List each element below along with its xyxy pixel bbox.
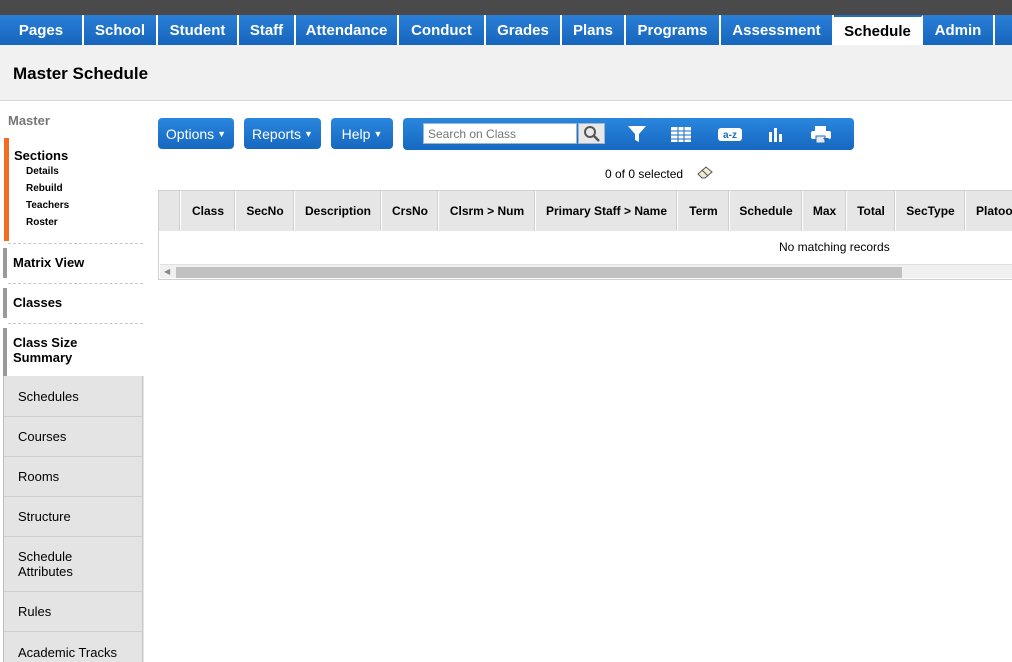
sections-table: Class SecNo Description CrsNo Clsrm > Nu… — [158, 190, 1012, 280]
reports-label: Reports — [252, 125, 302, 142]
tab-schedule[interactable]: Schedule — [834, 15, 923, 45]
tab-staff[interactable]: Staff — [239, 15, 296, 45]
options-label: Options — [165, 125, 215, 142]
column-header-crsno[interactable]: CrsNo — [382, 191, 439, 231]
sidebar-subitem-roster[interactable]: Roster — [26, 217, 58, 228]
tab-pages[interactable]: Pages — [0, 15, 84, 45]
sidebar-section-label: Master — [8, 113, 50, 128]
tab-programs[interactable]: Programs — [626, 15, 721, 45]
filter-icon[interactable] — [625, 124, 649, 144]
search-input[interactable] — [423, 123, 577, 144]
search-toolbar: a-z — [403, 118, 854, 150]
horizontal-scrollbar[interactable]: ◀ — [160, 264, 1012, 278]
chart-icon[interactable] — [764, 124, 788, 144]
sidebar-nav-rooms[interactable]: Rooms — [4, 457, 143, 497]
sidebar-nav-structure[interactable]: Structure — [4, 497, 143, 537]
table-header: Class SecNo Description CrsNo Clsrm > Nu… — [159, 191, 1012, 231]
search-button[interactable] — [578, 123, 605, 144]
selection-count: 0 of 0 selected — [605, 167, 684, 181]
tab-grades[interactable]: Grades — [486, 15, 562, 45]
eraser-icon[interactable] — [697, 166, 714, 179]
divider — [8, 243, 143, 244]
sidebar-item-class-size-summary[interactable]: Class Size Summary — [3, 328, 103, 376]
column-header-total[interactable]: Total — [847, 191, 896, 231]
sidebar-nav-schedule-attributes[interactable]: Schedule Attributes — [4, 537, 143, 592]
sidebar-nav-rules[interactable]: Rules — [4, 592, 143, 632]
tab-student[interactable]: Student — [158, 15, 239, 45]
search-icon — [584, 126, 600, 142]
help-label: Help — [341, 125, 371, 142]
empty-table-message: No matching records — [779, 240, 890, 254]
sort-az-icon[interactable]: a-z — [717, 124, 743, 144]
sidebar-item-matrix-view[interactable]: Matrix View — [3, 248, 143, 278]
caret-down-icon: ▼ — [304, 128, 313, 139]
column-header-schedule[interactable]: Schedule — [730, 191, 803, 231]
scrollbar-thumb[interactable] — [176, 267, 902, 278]
print-icon[interactable] — [809, 124, 833, 144]
page-title: Master Schedule — [13, 64, 149, 83]
column-header-primary-staff-name[interactable]: Primary Staff > Name — [536, 191, 678, 231]
sidebar-item-classes[interactable]: Classes — [3, 288, 143, 318]
grid-icon[interactable] — [669, 124, 693, 144]
tab-assessment[interactable]: Assessment — [721, 15, 834, 45]
select-all-column[interactable] — [159, 191, 181, 231]
svg-text:a-z: a-z — [723, 130, 737, 141]
sidebar-item-sections[interactable]: Sections Details Rebuild Teachers Roster — [4, 138, 143, 241]
column-header-clsrm-num[interactable]: Clsrm > Num — [439, 191, 536, 231]
caret-down-icon: ▼ — [217, 128, 227, 139]
tab-conduct[interactable]: Conduct — [399, 15, 486, 45]
sidebar-nav-academic-tracks[interactable]: Academic Tracks — [4, 632, 143, 662]
sidebar-subitem-rebuild[interactable]: Rebuild — [26, 183, 63, 194]
top-strip — [0, 0, 1012, 15]
tab-admin[interactable]: Admin — [923, 15, 995, 45]
options-button[interactable]: Options ▼ — [158, 118, 234, 149]
column-header-description[interactable]: Description — [295, 191, 382, 231]
main-tab-bar: Pages School Student Staff Attendance Co… — [0, 15, 1012, 45]
column-header-max[interactable]: Max — [803, 191, 847, 231]
column-header-platoon[interactable]: Platoon — [966, 191, 1012, 231]
sidebar-nav-schedules[interactable]: Schedules — [4, 376, 143, 417]
sidebar-item-label[interactable]: Sections — [14, 148, 68, 163]
column-header-sectype[interactable]: SecType — [896, 191, 966, 231]
divider — [8, 323, 143, 324]
column-header-term[interactable]: Term — [678, 191, 730, 231]
tab-bar-filler — [995, 15, 1012, 45]
sidebar-subitem-teachers[interactable]: Teachers — [26, 200, 69, 211]
divider — [8, 283, 143, 284]
tab-school[interactable]: School — [84, 15, 158, 45]
sidebar-nav-courses[interactable]: Courses — [4, 417, 143, 457]
page-header: Master Schedule — [0, 45, 1012, 101]
sidebar: Master Sections Details Rebuild Teachers… — [0, 102, 146, 662]
help-button[interactable]: Help ▼ — [331, 118, 393, 149]
caret-down-icon: ▼ — [373, 128, 383, 139]
tab-plans[interactable]: Plans — [562, 15, 626, 45]
column-header-secno[interactable]: SecNo — [236, 191, 295, 231]
column-header-class[interactable]: Class — [181, 191, 236, 231]
sidebar-subitem-details[interactable]: Details — [26, 166, 59, 177]
tab-attendance[interactable]: Attendance — [296, 15, 399, 45]
reports-button[interactable]: Reports ▼ — [244, 118, 321, 149]
scroll-left-icon[interactable]: ◀ — [164, 267, 170, 276]
